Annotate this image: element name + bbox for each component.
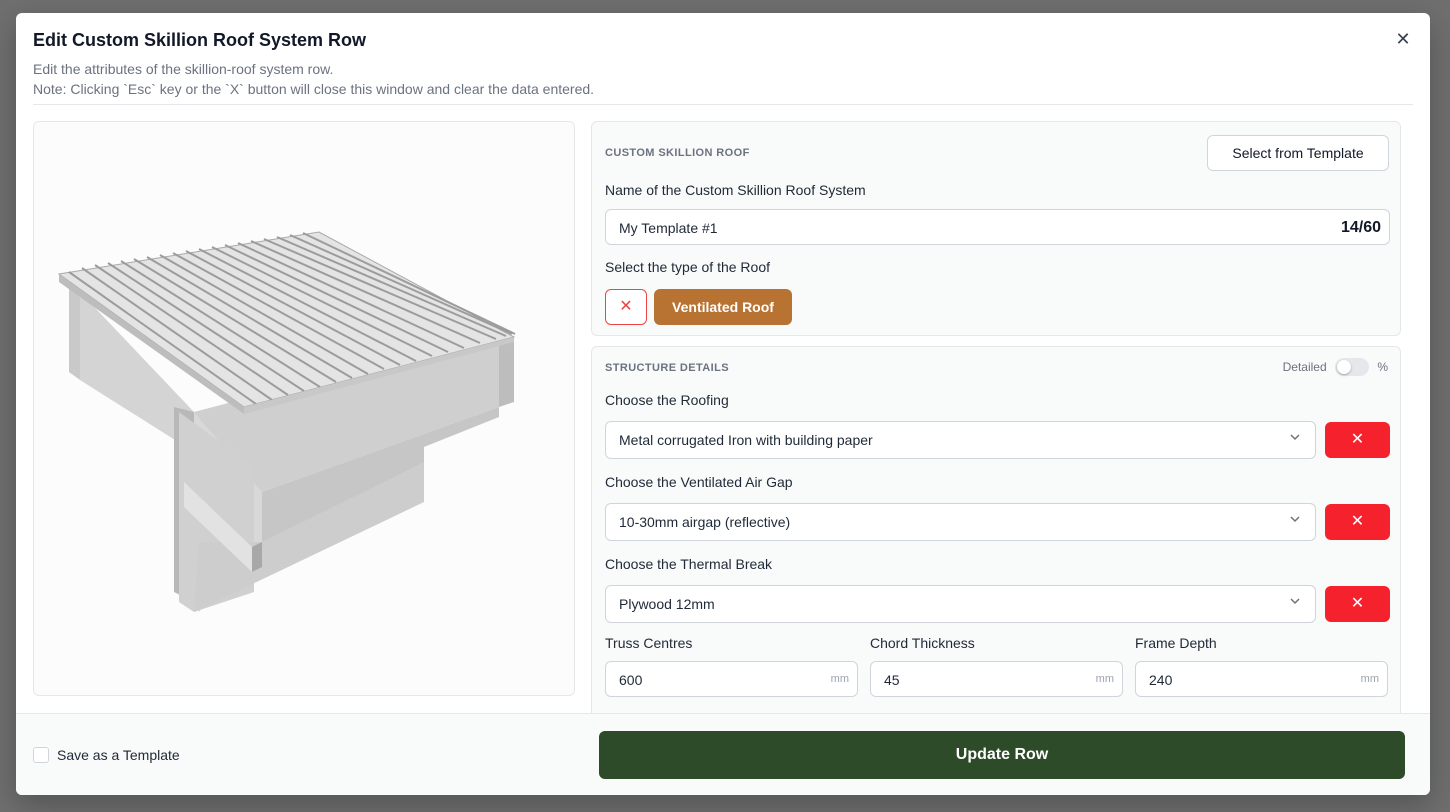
close-icon: ✕	[1350, 595, 1365, 612]
frame-depth-label: Frame Depth	[1135, 635, 1217, 651]
chord-thickness-value: 45	[884, 672, 900, 688]
modal-subtitle: Edit the attributes of the skillion-roof…	[33, 59, 594, 99]
structure-details-panel: STRUCTURE DETAILS Detailed % Choose the …	[591, 346, 1401, 716]
roof-name-value: My Template #1	[619, 220, 718, 236]
roof-3d-preview[interactable]	[33, 121, 575, 696]
detailed-percent-toggle-group: Detailed %	[1283, 358, 1388, 376]
select-from-template-button[interactable]: Select from Template	[1207, 135, 1389, 171]
roof-name-input[interactable]: My Template #1 14/60	[605, 209, 1390, 245]
thermal-break-selected-value: Plywood 12mm	[619, 596, 715, 612]
close-icon: ✕	[619, 298, 633, 315]
chord-thickness-label: Chord Thickness	[870, 635, 975, 651]
detailed-percent-toggle[interactable]	[1334, 358, 1369, 376]
chord-thickness-input[interactable]: 45 mm	[870, 661, 1123, 697]
modal-header: Edit Custom Skillion Roof System Row Edi…	[33, 13, 1413, 105]
airgap-select[interactable]: 10-30mm airgap (reflective)	[605, 503, 1316, 541]
modal-title: Edit Custom Skillion Roof System Row	[33, 30, 367, 50]
thermal-break-select[interactable]: Plywood 12mm	[605, 585, 1316, 623]
clear-roof-type-button[interactable]: ✕	[605, 289, 647, 325]
close-icon[interactable]: ✕	[1393, 29, 1413, 49]
chevron-down-icon	[1290, 516, 1300, 523]
roofing-select[interactable]: Metal corrugated Iron with building pape…	[605, 421, 1316, 459]
save-as-template-label[interactable]: Save as a Template	[57, 747, 180, 763]
truss-centres-label: Truss Centres	[605, 635, 693, 651]
unit-label: mm	[830, 673, 849, 685]
roof-name-char-counter: 14/60	[1340, 219, 1381, 236]
toggle-label-percent: %	[1377, 360, 1388, 374]
modal-footer: Save as a Template Update Row	[16, 713, 1430, 795]
save-as-template-checkbox[interactable]	[33, 747, 49, 763]
unit-label: mm	[1360, 673, 1379, 685]
edit-roof-modal: Edit Custom Skillion Roof System Row Edi…	[16, 13, 1430, 795]
frame-depth-input[interactable]: 240 mm	[1135, 661, 1388, 697]
truss-centres-value: 600	[619, 672, 643, 688]
update-row-button[interactable]: Update Row	[599, 731, 1405, 779]
airgap-label: Choose the Ventilated Air Gap	[605, 474, 793, 490]
roof-name-label: Name of the Custom Skillion Roof System	[605, 182, 866, 198]
roof-type-label: Select the type of the Roof	[605, 259, 770, 275]
custom-roof-panel: CUSTOM SKILLION ROOF Select from Templat…	[591, 121, 1401, 336]
section-label-custom-roof: CUSTOM SKILLION ROOF	[605, 147, 750, 159]
remove-thermal-break-button[interactable]: ✕	[1325, 586, 1390, 622]
toggle-knob	[1336, 360, 1351, 374]
chevron-down-icon	[1290, 598, 1300, 605]
section-label-structure: STRUCTURE DETAILS	[605, 362, 729, 374]
roof-type-ventilated-button[interactable]: Ventilated Roof	[654, 289, 792, 325]
remove-airgap-button[interactable]: ✕	[1325, 504, 1390, 540]
close-icon: ✕	[1350, 431, 1365, 448]
thermal-break-label: Choose the Thermal Break	[605, 556, 773, 572]
roofing-label: Choose the Roofing	[605, 392, 729, 408]
frame-depth-value: 240	[1149, 672, 1173, 688]
truss-centres-input[interactable]: 600 mm	[605, 661, 858, 697]
airgap-selected-value: 10-30mm airgap (reflective)	[619, 514, 791, 530]
roof-model-illustration	[57, 231, 516, 612]
unit-label: mm	[1095, 673, 1114, 685]
roofing-selected-value: Metal corrugated Iron with building pape…	[619, 432, 873, 448]
chevron-down-icon	[1290, 434, 1300, 441]
modal-subtitle-line-2: Note: Clicking `Esc` key or the `X` butt…	[33, 81, 595, 97]
remove-roofing-button[interactable]: ✕	[1325, 422, 1390, 458]
toggle-label-detailed: Detailed	[1282, 360, 1327, 374]
close-icon: ✕	[1350, 513, 1365, 530]
modal-subtitle-line-1: Edit the attributes of the skillion-roof…	[33, 61, 334, 77]
